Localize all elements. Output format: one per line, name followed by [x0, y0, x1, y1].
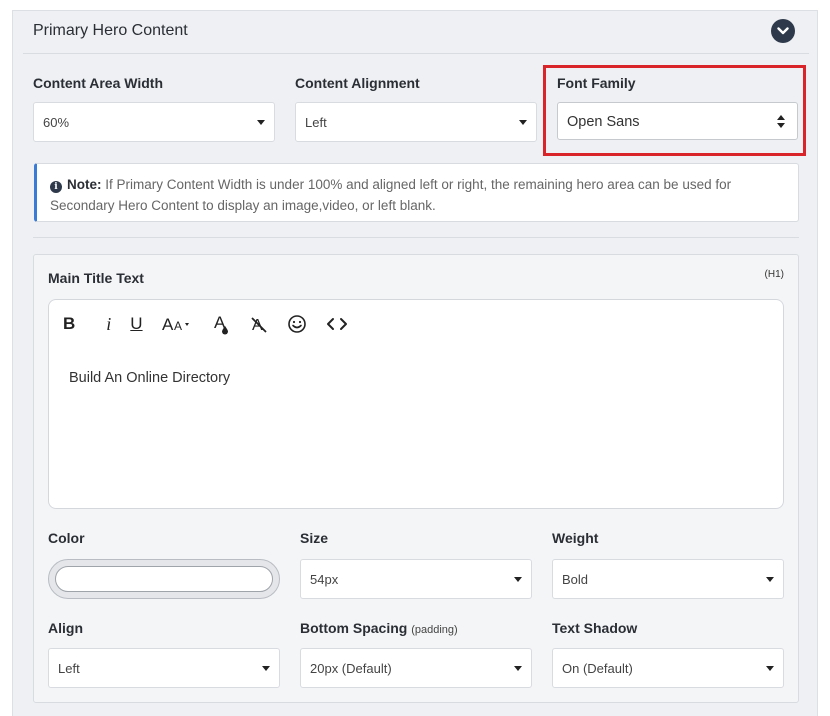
- align-value: Left: [58, 661, 80, 676]
- align-label: Align: [48, 620, 83, 636]
- caret-down-icon: [519, 120, 527, 125]
- bottom-spacing-sublabel: (padding): [411, 624, 458, 636]
- text-shadow-label: Text Shadow: [552, 620, 638, 636]
- primary-hero-panel: Primary Hero Content Content Area Width …: [12, 10, 818, 716]
- text-shadow-value: On (Default): [562, 661, 633, 676]
- content-area-width-select[interactable]: 60%: [33, 102, 275, 142]
- panel-header[interactable]: Primary Hero Content: [23, 11, 809, 54]
- bottom-spacing-label-text: Bottom Spacing: [300, 620, 408, 636]
- caret-down-icon: [257, 120, 265, 125]
- weight-label: Weight: [552, 530, 599, 546]
- heading-tag: (H1): [764, 269, 784, 280]
- align-select[interactable]: Left: [48, 648, 280, 688]
- font-family-highlight: [543, 65, 806, 156]
- color-input[interactable]: [55, 566, 273, 592]
- editor-toolbar: B i U A A A A: [63, 312, 367, 336]
- code-icon: [326, 318, 347, 330]
- info-icon: i: [50, 181, 62, 193]
- underline-button[interactable]: U: [130, 312, 142, 336]
- rich-text-editor[interactable]: B i U A A A A Build An Online Directory: [48, 299, 784, 509]
- content-alignment-label: Content Alignment: [295, 75, 420, 91]
- section-divider: [33, 237, 799, 238]
- note-text: i Note: If Primary Content Width is under…: [50, 174, 784, 216]
- weight-value: Bold: [562, 572, 589, 587]
- italic-button[interactable]: i: [106, 312, 111, 336]
- caret-down-icon: [766, 666, 774, 671]
- svg-text:A: A: [162, 315, 174, 334]
- bold-button[interactable]: B: [63, 312, 75, 336]
- size-label: Size: [300, 530, 329, 546]
- font-size-button[interactable]: A A: [162, 312, 194, 336]
- clear-format-button[interactable]: A: [250, 312, 268, 336]
- content-alignment-select[interactable]: Left: [295, 102, 537, 142]
- code-view-button[interactable]: [326, 312, 348, 336]
- chevron-down-icon[interactable]: [771, 19, 795, 43]
- color-picker[interactable]: [48, 559, 280, 599]
- font-size-icon: A A: [162, 315, 189, 334]
- content-alignment-value: Left: [305, 115, 327, 130]
- color-label: Color: [48, 530, 85, 546]
- panel-title: Primary Hero Content: [33, 22, 188, 39]
- text-color-icon: A: [214, 313, 228, 335]
- size-select[interactable]: 54px: [300, 559, 532, 599]
- caret-down-icon: [514, 577, 522, 582]
- caret-down-icon: [514, 666, 522, 671]
- note-box: i Note: If Primary Content Width is under…: [34, 163, 799, 222]
- bottom-spacing-value: 20px (Default): [310, 661, 392, 676]
- caret-down-icon: [262, 666, 270, 671]
- text-shadow-select[interactable]: On (Default): [552, 648, 784, 688]
- emoji-button[interactable]: [287, 312, 307, 336]
- main-title-card: Main Title Text (H1) B i U A A A A Build…: [33, 254, 799, 703]
- weight-select[interactable]: Bold: [552, 559, 784, 599]
- bottom-spacing-label: Bottom Spacing (padding): [300, 620, 458, 636]
- editor-content[interactable]: Build An Online Directory: [69, 370, 230, 386]
- content-area-width-label: Content Area Width: [33, 75, 164, 91]
- note-label: Note:: [67, 177, 102, 192]
- bottom-spacing-select[interactable]: 20px (Default): [300, 648, 532, 688]
- svg-text:A: A: [174, 319, 182, 333]
- note-body: If Primary Content Width is under 100% a…: [50, 177, 732, 213]
- text-color-button[interactable]: A: [213, 312, 231, 336]
- size-value: 54px: [310, 572, 339, 587]
- main-title-label: Main Title Text: [48, 270, 144, 286]
- clear-format-icon: A: [250, 317, 267, 334]
- emoji-icon: [287, 315, 306, 333]
- content-area-width-value: 60%: [43, 115, 70, 130]
- caret-down-icon: [766, 577, 774, 582]
